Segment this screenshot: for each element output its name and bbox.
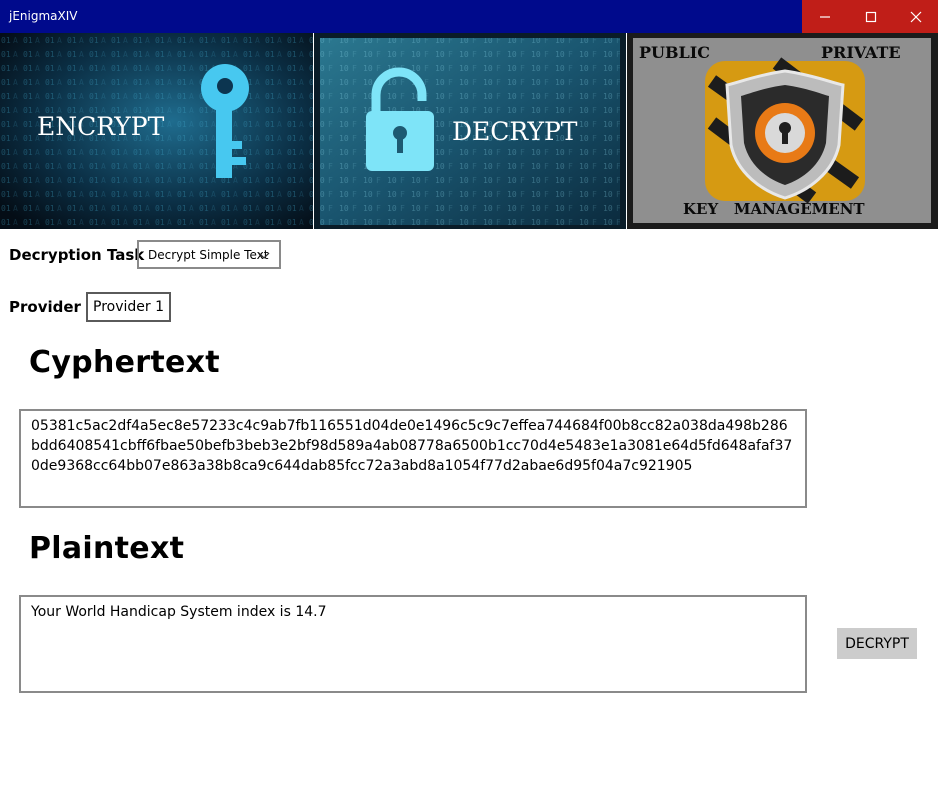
cyphertext-heading: Cyphertext [29, 345, 220, 380]
key-management-label: KEY MANAGEMENT [683, 200, 865, 218]
title-bar: jEnigmaXIV [0, 0, 938, 33]
close-button[interactable] [893, 0, 938, 33]
encrypt-label: ENCRYPT [37, 112, 165, 141]
plaintext-heading: Plaintext [29, 531, 185, 566]
decrypt-button[interactable]: DECRYPT [837, 628, 917, 659]
encrypt-banner[interactable]: 01 A ENCRYPT [0, 33, 313, 229]
window-title: jEnigmaXIV [9, 9, 78, 23]
minimize-button[interactable] [802, 0, 848, 33]
decryption-task-label: Decryption Task [9, 246, 145, 264]
decryption-task-value: Decrypt Simple Text [148, 247, 269, 262]
decrypt-label: DECRYPT [452, 117, 578, 146]
maximize-button[interactable] [848, 0, 893, 33]
provider-button[interactable]: Provider 1 [86, 292, 171, 322]
shield-keyhole-icon [705, 57, 865, 204]
minimize-icon [820, 15, 830, 18]
chevron-down-icon [258, 252, 270, 259]
close-icon [910, 11, 921, 22]
cyphertext-textbox[interactable]: 05381c5ac2df4a5ec8e57233c4c9ab7fb116551d… [19, 409, 807, 508]
plaintext-textbox[interactable]: Your World Handicap System index is 14.7 [19, 595, 807, 693]
decryption-task-select[interactable]: Decrypt Simple Text [137, 240, 281, 269]
private-label: PRIVATE [821, 43, 901, 62]
key-management-banner[interactable]: PUBLIC PRIVATE KEY MANAGEMENT [627, 33, 938, 229]
provider-label: Provider [9, 298, 81, 316]
decrypt-banner[interactable]: 10 F DECRYPT [314, 33, 626, 229]
public-label: PUBLIC [639, 43, 710, 62]
maximize-icon [865, 11, 876, 22]
